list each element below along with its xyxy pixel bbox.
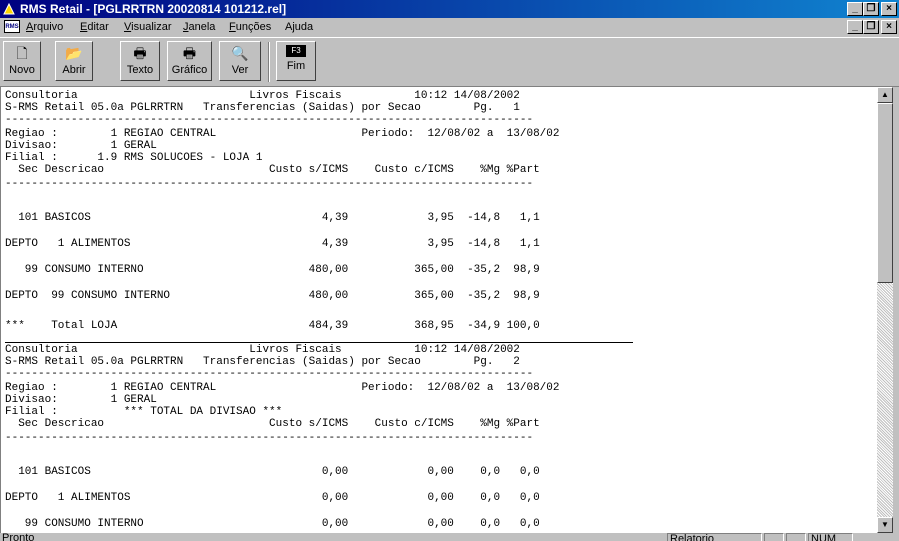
child-restore-button[interactable]: ❐ <box>863 20 879 34</box>
child-minimize-button[interactable]: _ <box>847 20 863 34</box>
printer-icon: 🖶 <box>133 45 147 61</box>
status-panel-report: Relatorio <box>667 533 762 541</box>
vertical-scrollbar[interactable]: ▲ ▼ <box>877 87 893 533</box>
status-panel-empty1 <box>764 533 784 541</box>
status-panel-num: NUM <box>808 533 853 541</box>
fim-button[interactable]: F3 Fim <box>276 41 316 81</box>
status-bar: Pronto Relatorio NUM <box>0 533 899 541</box>
scroll-down-button[interactable]: ▼ <box>877 517 893 533</box>
restore-button[interactable]: ❐ <box>863 2 879 16</box>
window-frame <box>893 87 899 533</box>
printer-icon: 🖶 <box>182 45 197 61</box>
report-line: *** Total LOJA 484,39 368,95 -34,9 100,0 <box>5 320 540 332</box>
grafico-button[interactable]: 🖶 Gráfico <box>167 41 212 81</box>
toolbar-separator <box>268 42 270 82</box>
report-line: ----------------------------------------… <box>5 368 534 380</box>
report-line: DEPTO 1 ALIMENTOS 0,00 0,00 0,0 0,0 <box>5 492 540 504</box>
menu-ajuda[interactable]: Ajuda <box>285 21 313 33</box>
scroll-thumb[interactable] <box>877 103 893 283</box>
new-document-icon: 🗋 <box>16 45 28 61</box>
scroll-up-button[interactable]: ▲ <box>877 87 893 103</box>
close-button[interactable]: × <box>881 2 897 16</box>
menu-arquivo[interactable]: Arquivo <box>26 21 63 33</box>
report-line: DEPTO 1 ALIMENTOS 4,39 3,95 -14,8 1,1 <box>5 238 540 250</box>
fim-label: Fim <box>286 60 306 72</box>
report-line: ----------------------------------------… <box>5 178 534 190</box>
report-line: 101 BASICOS 0,00 0,00 0,0 0,0 <box>5 466 540 478</box>
title-bar: RMS Retail - [PGLRRTRN 20020814 101212.r… <box>0 0 899 18</box>
menu-funcoes[interactable]: Funções <box>229 21 271 33</box>
menu-visualizar[interactable]: Visualizar <box>124 21 172 33</box>
report-line: 99 CONSUMO INTERNO 480,00 365,00 -35,2 9… <box>5 264 540 276</box>
document-system-icon[interactable]: RMS <box>4 20 20 33</box>
page-break-rule <box>5 342 633 343</box>
abrir-button[interactable]: 📂 Abrir <box>55 41 93 81</box>
preview-icon: 🔍 <box>231 45 249 61</box>
menu-janela[interactable]: Janela <box>183 21 215 33</box>
report-line: ----------------------------------------… <box>5 114 534 126</box>
novo-button[interactable]: 🗋 Novo <box>3 41 41 81</box>
texto-button[interactable]: 🖶 Texto <box>120 41 160 81</box>
report-line: 99 CONSUMO INTERNO 0,00 0,00 0,0 0,0 <box>5 518 540 530</box>
novo-label: Novo <box>9 64 35 76</box>
menu-editar[interactable]: Editar <box>80 21 109 33</box>
open-folder-icon: 📂 <box>65 45 83 61</box>
status-text: Pronto <box>2 533 35 541</box>
grafico-label: Gráfico <box>171 64 208 76</box>
report-line: Sec Descricao Custo s/ICMS Custo c/ICMS … <box>5 164 540 176</box>
child-close-button[interactable]: × <box>881 20 897 34</box>
ver-label: Ver <box>231 64 249 76</box>
minimize-button[interactable]: _ <box>847 2 863 16</box>
report-line: 101 BASICOS 4,39 3,95 -14,8 1,1 <box>5 212 540 224</box>
window-title: RMS Retail - [PGLRRTRN 20020814 101212.r… <box>20 2 287 16</box>
toolbar: 🗋 Novo 📂 Abrir 🖶 Texto 🖶 Gráfico 🔍 Ver F… <box>0 37 899 87</box>
report-line: ----------------------------------------… <box>5 432 534 444</box>
rms-app-icon <box>3 2 15 15</box>
ver-button[interactable]: 🔍 Ver <box>219 41 261 81</box>
report-line: Sec Descricao Custo s/ICMS Custo c/ICMS … <box>5 418 540 430</box>
report-view[interactable]: Consultoria Livros Fiscais 10:12 14/08/2… <box>0 87 877 533</box>
texto-label: Texto <box>126 64 154 76</box>
menu-bar: RMS Arquivo Editar Visualizar Janela Fun… <box>0 18 899 37</box>
report-line: DEPTO 99 CONSUMO INTERNO 480,00 365,00 -… <box>5 290 540 302</box>
abrir-label: Abrir <box>62 64 86 76</box>
f3-key-icon: F3 <box>286 45 306 57</box>
status-panel-empty2 <box>786 533 806 541</box>
